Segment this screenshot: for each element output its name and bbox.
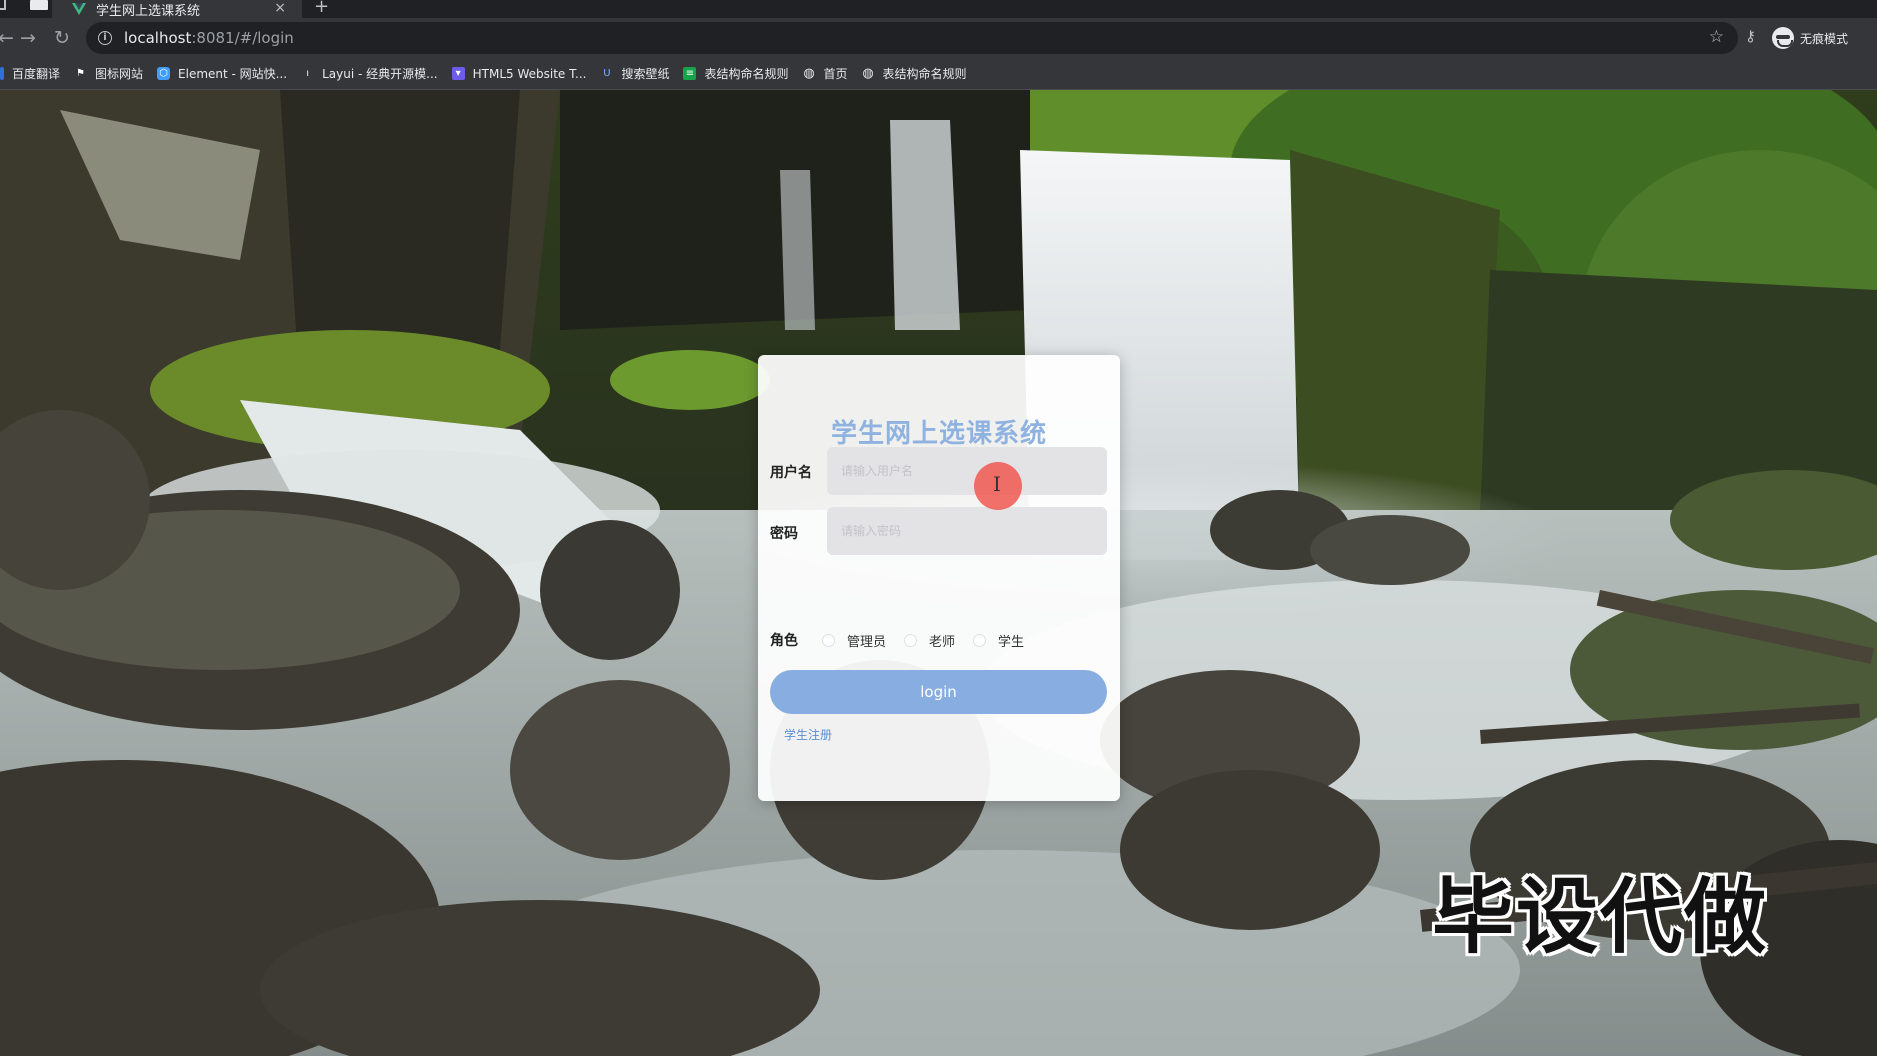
- text-cursor-icon: I: [993, 472, 1001, 496]
- reload-icon[interactable]: ↻: [50, 26, 74, 50]
- bookmark-item[interactable]: ◍ 表结构命名规则: [862, 65, 967, 82]
- role-label: 角色: [770, 633, 798, 649]
- incognito-label: 无痕模式: [1800, 31, 1849, 46]
- password-label: 密码: [770, 526, 798, 542]
- bookmark-label: 首页: [823, 67, 848, 81]
- bookmark-item[interactable]: ⚑ 图标网站: [74, 65, 143, 82]
- page-title: 学生网上选课系统: [830, 419, 1047, 449]
- window-icon[interactable]: [30, 0, 48, 10]
- click-indicator: I: [974, 462, 1022, 510]
- role-radio-student[interactable]: 学生: [973, 631, 1024, 650]
- tab-close-icon[interactable]: ×: [274, 0, 286, 16]
- login-card: 学生网上选课系统 用户名 密码 角色 管理员 老师 学生 login 学生注册: [758, 355, 1120, 801]
- wallpaper-icon: U: [603, 68, 611, 79]
- bookmark-label: Layui - 经典开源模...: [322, 67, 438, 81]
- login-page: 学生网上选课系统 用户名 密码 角色 管理员 老师 学生 login 学生注册 …: [0, 90, 1877, 1056]
- bookmark-item[interactable]: ⬡ Element - 网站快...: [157, 65, 287, 82]
- layui-icon: ı: [306, 68, 310, 79]
- username-input[interactable]: [827, 447, 1107, 495]
- bookmark-item[interactable]: U 搜索壁纸: [600, 65, 669, 82]
- student-register-link[interactable]: 学生注册: [784, 726, 832, 743]
- globe-icon: ◍: [803, 66, 815, 81]
- tab-back-icon: [0, 0, 6, 10]
- forward-icon[interactable]: →: [16, 26, 40, 50]
- radio-circle[interactable]: [822, 633, 835, 647]
- globe-icon: ◍: [862, 66, 874, 81]
- password-input[interactable]: [827, 507, 1107, 555]
- bookmark-item[interactable]: ▾ HTML5 Website T...: [451, 66, 587, 81]
- incognito-indicator[interactable]: 无痕模式: [1772, 25, 1848, 51]
- username-label: 用户名: [770, 465, 812, 481]
- bookmark-label: Element - 网站快...: [178, 67, 288, 81]
- login-button[interactable]: login: [770, 670, 1107, 714]
- role-group: 角色 管理员 老师 学生: [770, 630, 1042, 650]
- star-icon[interactable]: ☆: [1709, 27, 1724, 47]
- role-radio-admin[interactable]: 管理员: [822, 631, 886, 650]
- tab-title: 学生网上选课系统: [96, 3, 201, 19]
- watermark-text: 毕设代做: [1432, 870, 1769, 965]
- url-path: :8081/#/login: [191, 29, 294, 47]
- new-tab-button[interactable]: +: [314, 0, 329, 16]
- info-icon[interactable]: i: [98, 31, 112, 45]
- bookmark-label: 百度翻译: [12, 67, 61, 81]
- bookmark-label: HTML5 Website T...: [472, 66, 587, 81]
- bookmark-item[interactable]: ≡ 表结构命名规则: [683, 65, 788, 82]
- flag-icon: ⚑: [76, 68, 85, 79]
- role-option-label: 管理员: [847, 634, 887, 650]
- browser-tab-active[interactable]: 学生网上选课系统 ×: [52, 0, 302, 19]
- bookmark-item[interactable]: ı Layui - 经典开源模...: [301, 65, 437, 82]
- bookmark-label: 图标网站: [95, 67, 144, 81]
- key-icon[interactable]: ⚷: [1745, 27, 1756, 45]
- html5-icon: ▾: [451, 67, 465, 80]
- incognito-icon: [1772, 27, 1794, 49]
- role-option-label: 学生: [998, 634, 1025, 650]
- bookmark-label: 表结构命名规则: [704, 67, 789, 81]
- bookmark-item[interactable]: ◍ 首页: [802, 65, 847, 82]
- url-host: localhost: [124, 29, 192, 47]
- role-radio-teacher[interactable]: 老师: [904, 631, 955, 650]
- radio-circle[interactable]: [973, 633, 987, 647]
- table-icon: ≡: [683, 67, 697, 80]
- browser-tabstrip: 学生网上选课系统 × +: [0, 0, 1877, 19]
- bookmark-label: 搜索壁纸: [621, 67, 670, 81]
- address-bar[interactable]: i localhost:8081/#/login ☆: [86, 22, 1738, 54]
- element-icon: ⬡: [157, 67, 171, 80]
- vue-icon: [72, 3, 86, 15]
- role-option-label: 老师: [929, 634, 956, 650]
- bookmark-label: 表结构命名规则: [882, 67, 967, 81]
- radio-circle[interactable]: [904, 633, 918, 647]
- browser-toolbar: ← → ↻ i localhost:8081/#/login ☆ ⚷ 无痕模式: [0, 18, 1877, 58]
- bookmark-item[interactable]: 百度翻译: [0, 65, 60, 82]
- bookmarks-bar: 百度翻译 ⚑ 图标网站 ⬡ Element - 网站快... ı Layui - 经典…: [0, 58, 1877, 90]
- translate-icon: [0, 67, 4, 80]
